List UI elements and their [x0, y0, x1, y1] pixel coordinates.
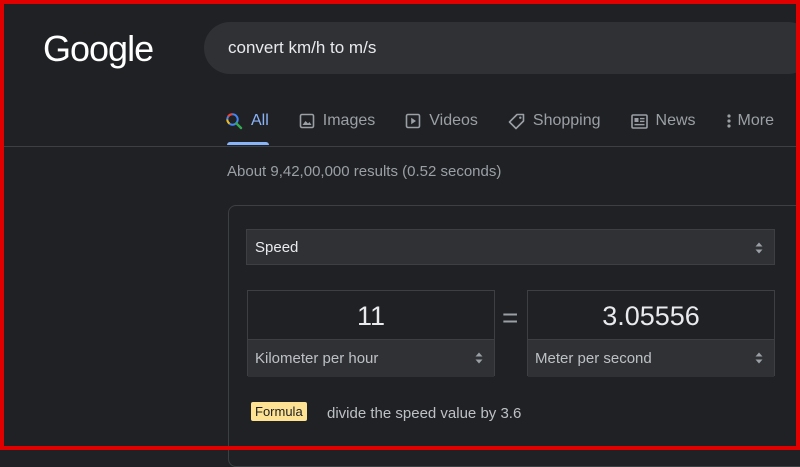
to-value-input[interactable]: 3.05556	[528, 291, 774, 340]
formula-badge: Formula	[251, 402, 307, 421]
play-icon	[405, 113, 421, 129]
search-icon	[226, 113, 243, 130]
tab-news-label: News	[655, 112, 696, 129]
search-bar[interactable]: convert km/h to m/s	[204, 22, 800, 74]
tab-videos[interactable]: Videos	[405, 110, 478, 132]
sort-arrows-icon	[755, 352, 763, 364]
unit-category-label: Speed	[255, 239, 299, 256]
unit-converter-card: Speed 11 Kilometer per hour = 3.05556 Me…	[228, 205, 800, 467]
search-tabs: All Images Videos Shopping News More	[225, 110, 800, 146]
tag-icon	[508, 113, 525, 129]
formula-text: divide the speed value by 3.6	[327, 405, 522, 422]
from-unit-select[interactable]: Kilometer per hour	[248, 340, 494, 377]
from-unit-label: Kilometer per hour	[255, 350, 379, 367]
more-vert-icon	[726, 114, 731, 128]
to-unit-select[interactable]: Meter per second	[528, 340, 774, 377]
google-logo[interactable]: Google	[43, 28, 154, 70]
equals-sign: =	[502, 302, 519, 333]
to-unit-box: 3.05556 Meter per second	[527, 290, 775, 377]
unit-category-select[interactable]: Speed	[246, 229, 775, 265]
tab-shopping-label: Shopping	[532, 112, 601, 129]
from-value-input[interactable]: 11	[248, 291, 494, 340]
news-icon	[630, 113, 648, 129]
tab-news[interactable]: News	[630, 110, 696, 132]
tab-all[interactable]: All	[225, 110, 269, 145]
result-stats: About 9,42,00,000 results (0.52 seconds)	[227, 163, 502, 180]
tab-more-label: More	[737, 112, 774, 129]
tab-all-label: All	[251, 112, 269, 129]
tab-images[interactable]: Images	[299, 110, 375, 132]
sort-arrows-icon	[475, 352, 483, 364]
to-unit-label: Meter per second	[535, 350, 652, 367]
tab-videos-label: Videos	[429, 112, 478, 129]
tab-more[interactable]: More	[726, 110, 774, 132]
tab-shopping[interactable]: Shopping	[508, 110, 601, 132]
sort-arrows-icon	[755, 242, 763, 254]
image-icon	[299, 113, 315, 129]
tab-images-label: Images	[322, 112, 376, 129]
tabs-divider	[0, 146, 800, 147]
from-unit-box: 11 Kilometer per hour	[247, 290, 495, 377]
search-input[interactable]: convert km/h to m/s	[228, 38, 376, 58]
